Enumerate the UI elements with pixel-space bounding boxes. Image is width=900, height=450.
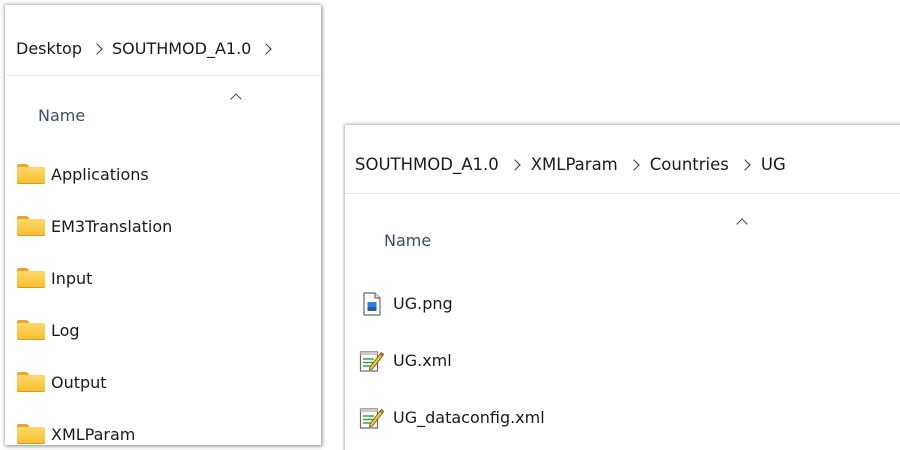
list-item-applications[interactable]: Applications (17, 148, 172, 200)
chevron-right-icon[interactable] (628, 158, 640, 171)
left-explorer-window: Desktop SOUTHMOD_A1.0 Name Applications … (5, 5, 321, 445)
breadcrumb-item-xmlparam[interactable]: XMLParam (531, 155, 618, 174)
divider (345, 193, 900, 194)
breadcrumb: SOUTHMOD_A1.0 XMLParam Countries UG (355, 155, 786, 174)
breadcrumb-item-ug[interactable]: UG (761, 155, 786, 174)
list-item-ug-png[interactable]: UG.png (358, 275, 545, 332)
item-label: XMLParam (51, 424, 136, 444)
column-header-name[interactable]: Name (384, 231, 431, 250)
list-item-em3translation[interactable]: EM3Translation (17, 200, 172, 252)
list-item-input[interactable]: Input (17, 252, 172, 304)
sort-ascending-icon (230, 93, 242, 105)
breadcrumb-item-desktop[interactable]: Desktop (16, 39, 82, 58)
breadcrumb-item-southmod[interactable]: SOUTHMOD_A1.0 (355, 155, 499, 174)
folder-icon (17, 424, 45, 444)
file-list: Applications EM3Translation Input Log Ou… (17, 148, 172, 445)
chevron-right-icon[interactable] (91, 42, 103, 55)
divider (5, 75, 321, 76)
image-file-icon (363, 291, 381, 316)
xml-file-icon (359, 350, 384, 372)
item-label: UG.png (393, 294, 453, 313)
item-label: UG_dataconfig.xml (393, 408, 545, 427)
list-item-output[interactable]: Output (17, 356, 172, 408)
right-explorer-window: SOUTHMOD_A1.0 XMLParam Countries UG Name… (345, 125, 900, 450)
folder-icon (17, 268, 45, 288)
list-item-ug-xml[interactable]: UG.xml (358, 332, 545, 389)
item-label: Output (51, 372, 107, 392)
chevron-right-icon[interactable] (509, 158, 521, 171)
item-label: Input (51, 268, 93, 288)
item-label: UG.xml (393, 351, 452, 370)
column-header-name[interactable]: Name (38, 106, 85, 125)
chevron-right-icon[interactable] (739, 158, 751, 171)
folder-icon (17, 164, 45, 184)
screenshot-canvas: Desktop SOUTHMOD_A1.0 Name Applications … (0, 0, 900, 450)
breadcrumb-item-countries[interactable]: Countries (650, 155, 729, 174)
list-item-log[interactable]: Log (17, 304, 172, 356)
item-label: Applications (51, 164, 149, 184)
list-item-xmlparam[interactable]: XMLParam (17, 408, 172, 445)
file-list: UG.png UG.xml UG_dataconfig.xml (358, 275, 545, 446)
list-item-ug-dataconfig-xml[interactable]: UG_dataconfig.xml (358, 389, 545, 446)
folder-icon (17, 372, 45, 392)
item-label: EM3Translation (51, 216, 173, 236)
xml-file-icon (359, 407, 384, 429)
sort-ascending-icon (736, 218, 748, 230)
folder-icon (17, 320, 45, 340)
item-label: Log (51, 320, 80, 340)
folder-icon (17, 216, 45, 236)
breadcrumb-item-southmod[interactable]: SOUTHMOD_A1.0 (112, 39, 251, 58)
chevron-right-icon[interactable] (260, 42, 273, 55)
breadcrumb: Desktop SOUTHMOD_A1.0 (16, 39, 281, 58)
